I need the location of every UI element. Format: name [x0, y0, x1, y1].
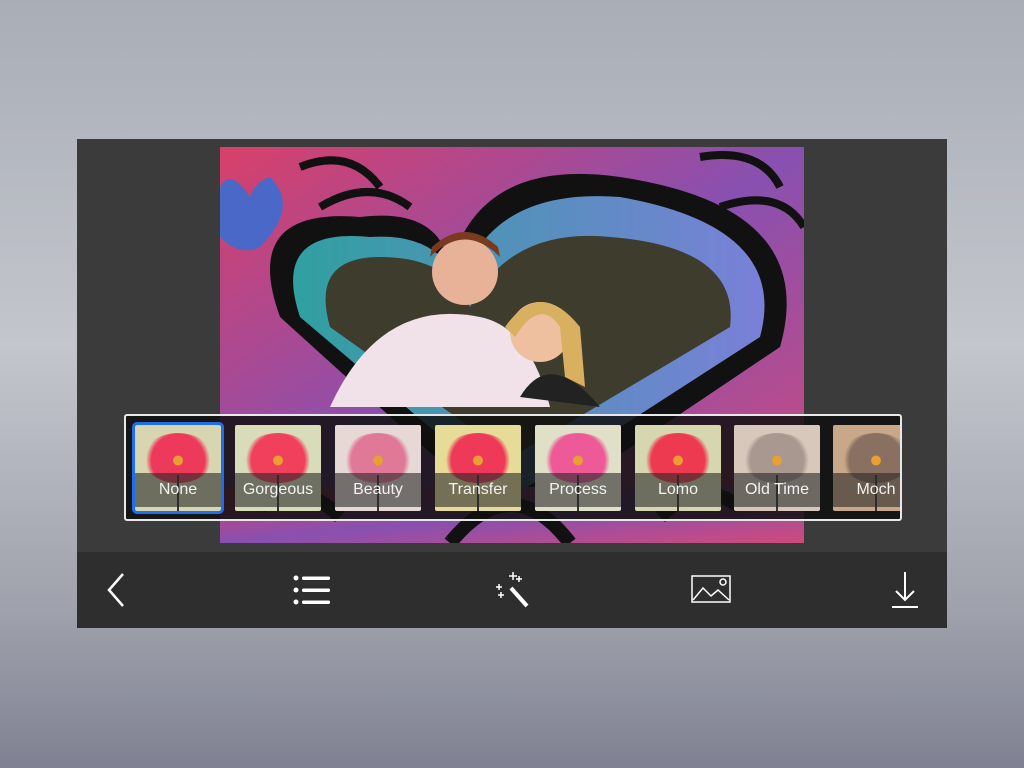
filter-thumb-gorgeous[interactable]: Gorgeous	[235, 425, 321, 511]
filter-thumb-old-time[interactable]: Old Time	[734, 425, 820, 511]
filter-label: Gorgeous	[235, 473, 321, 507]
magic-wand-icon	[496, 572, 529, 608]
filter-thumb-process[interactable]: Process	[535, 425, 621, 511]
filter-label: Process	[535, 473, 621, 507]
image-icon	[691, 575, 731, 603]
list-icon	[293, 575, 330, 605]
filter-thumb-none[interactable]: None	[132, 422, 224, 514]
filter-label: Beauty	[335, 473, 421, 507]
bottom-toolbar	[77, 552, 947, 628]
save-button[interactable]	[885, 570, 925, 610]
filter-label: Old Time	[734, 473, 820, 507]
filter-label: None	[135, 473, 221, 507]
filter-thumb-lomo[interactable]: Lomo	[635, 425, 721, 511]
filter-thumb-moch[interactable]: Moch	[833, 425, 900, 511]
filter-label: Moch	[833, 473, 900, 507]
frames-list-button[interactable]	[292, 570, 332, 610]
effects-button[interactable]	[491, 570, 531, 610]
back-button[interactable]	[97, 570, 137, 610]
filter-label: Transfer	[435, 473, 521, 507]
download-icon	[892, 572, 918, 608]
filter-strip[interactable]: None Gorgeous Beauty Transfer Process Lomo Old…	[124, 414, 902, 521]
editor-panel: None Gorgeous Beauty Transfer Process Lomo Old…	[77, 139, 947, 628]
gallery-button[interactable]	[691, 570, 731, 610]
filter-thumb-transfer[interactable]: Transfer	[435, 425, 521, 511]
filter-label: Lomo	[635, 473, 721, 507]
back-icon	[107, 573, 124, 607]
filter-thumb-beauty[interactable]: Beauty	[335, 425, 421, 511]
